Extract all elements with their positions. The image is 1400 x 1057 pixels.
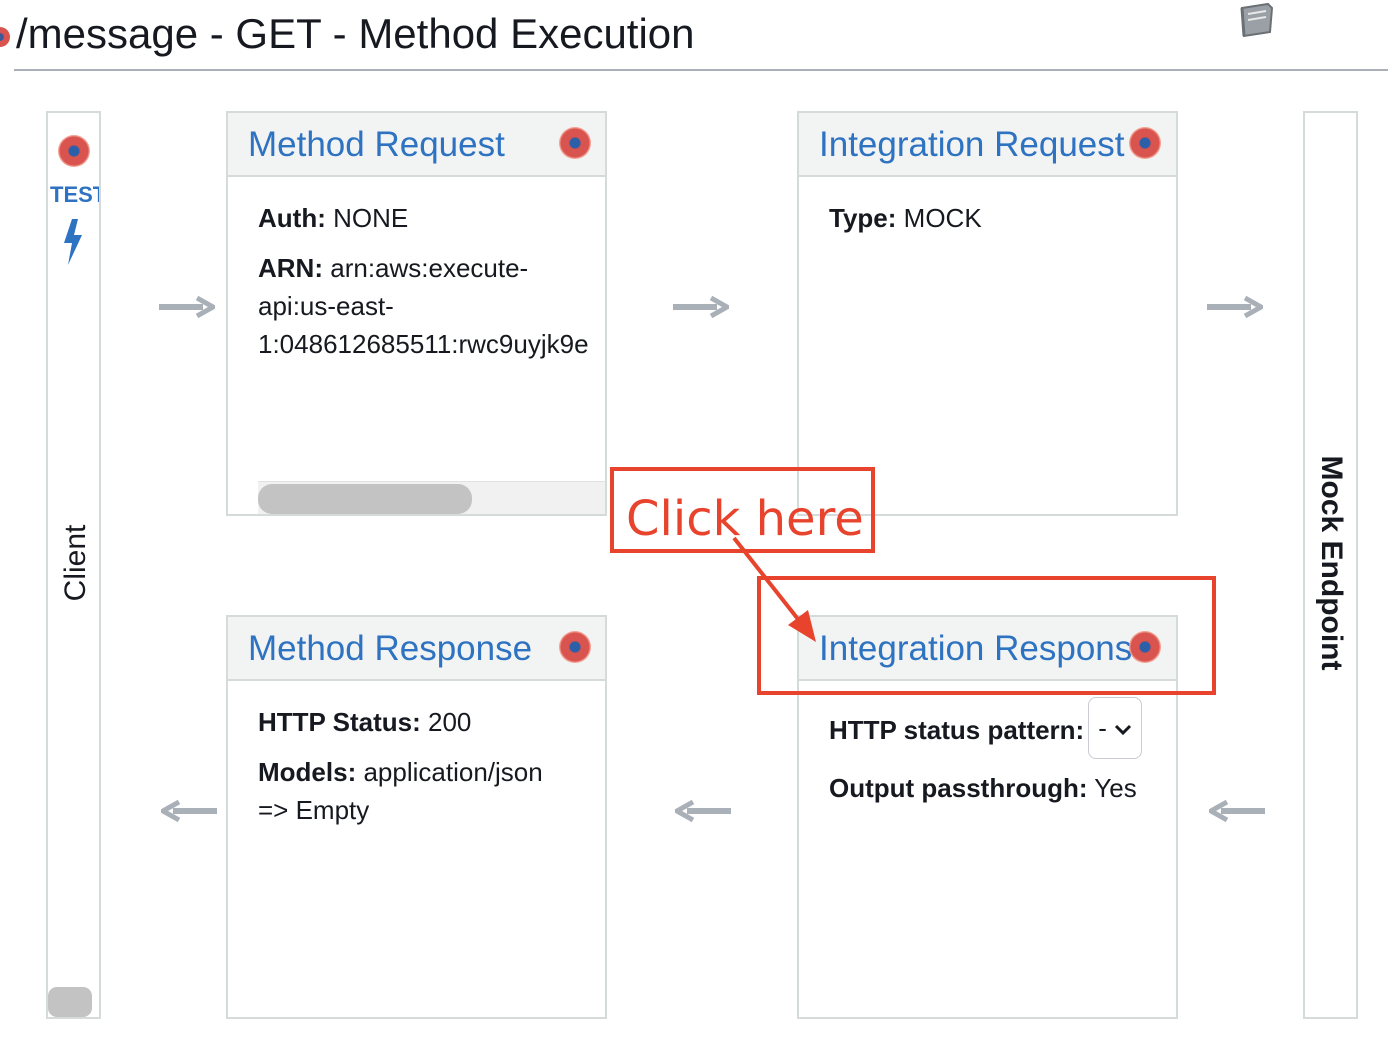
integration-request-target-icon — [1129, 127, 1161, 159]
scrollbar-thumb[interactable] — [258, 484, 472, 514]
click-here-callout: Click here — [610, 467, 875, 553]
http-status-label: HTTP Status: — [258, 707, 421, 737]
integration-request-body: Type: MOCK — [829, 199, 1176, 249]
method-request-target-icon — [559, 127, 591, 159]
lightning-bolt-icon[interactable] — [58, 217, 88, 267]
arrow-left-icon — [161, 800, 217, 822]
arrow-left-icon — [1209, 800, 1265, 822]
auth-value: NONE — [333, 203, 409, 233]
status-pattern-value: - — [1098, 713, 1107, 743]
integration-request-link[interactable]: Integration Request — [819, 125, 1124, 165]
page-header: /message - GET - Method Execution — [0, 0, 1400, 72]
arrow-left-icon — [675, 800, 731, 822]
output-passthrough-label: Output passthrough: — [829, 773, 1088, 803]
method-request-panel: Method Request Auth: NONE ARN: arn:aws:e… — [226, 111, 607, 516]
client-label: Client — [59, 524, 92, 602]
horizontal-scrollbar[interactable] — [258, 481, 605, 514]
method-response-target-icon — [559, 631, 591, 663]
client-panel: TEST Client — [46, 111, 101, 1019]
scrollbar-thumb[interactable] — [48, 987, 92, 1017]
http-status-value: 200 — [428, 707, 472, 737]
method-response-link[interactable]: Method Response — [248, 629, 532, 669]
type-value: MOCK — [903, 203, 982, 233]
page-title: /message - GET - Method Execution — [16, 10, 695, 57]
method-response-panel: Method Response HTTP Status: 200 Models:… — [226, 615, 607, 1019]
method-request-link[interactable]: Method Request — [248, 125, 505, 165]
callout-text: Click here — [626, 491, 864, 547]
integration-response-highlight — [757, 576, 1216, 695]
integration-response-body: HTTP status pattern: - Output passthrough… — [829, 697, 1176, 807]
method-response-body: HTTP Status: 200 Models: application/jso… — [258, 703, 605, 829]
output-passthrough-value: Yes — [1094, 773, 1137, 803]
auth-label: Auth: — [258, 203, 326, 233]
method-response-header: Method Response — [228, 617, 605, 681]
integration-request-panel: Integration Request Type: MOCK — [797, 111, 1178, 516]
arrow-right-icon — [159, 296, 215, 318]
models-value-line1: application/json — [363, 757, 543, 787]
client-target-icon — [58, 135, 90, 167]
mock-endpoint-panel: Mock Endpoint — [1303, 111, 1358, 1019]
arrow-right-icon — [673, 296, 729, 318]
status-pattern-select[interactable]: - — [1088, 697, 1143, 759]
mock-endpoint-label: Mock Endpoint — [1315, 455, 1348, 671]
arn-value-line3: 1:048612685511:rwc9uyjk9e — [258, 329, 589, 359]
header-divider — [14, 69, 1388, 71]
models-label: Models: — [258, 757, 357, 787]
chevron-down-icon — [1115, 725, 1132, 736]
test-link[interactable]: TEST — [50, 182, 99, 208]
method-status-icon — [0, 27, 10, 47]
arn-value-line2: api:us-east- — [258, 291, 394, 321]
arn-value-line1: arn:aws:execute- — [330, 253, 529, 283]
book-icon[interactable] — [1234, 2, 1278, 40]
models-value-line2: => Empty — [258, 795, 370, 825]
arn-label: ARN: — [258, 253, 323, 283]
type-label: Type: — [829, 203, 897, 233]
integration-request-header: Integration Request — [799, 113, 1176, 177]
method-request-body: Auth: NONE ARN: arn:aws:execute- api:us-… — [258, 199, 605, 363]
arrow-right-icon — [1207, 296, 1263, 318]
status-pattern-label: HTTP status pattern: — [829, 714, 1085, 745]
method-request-header: Method Request — [228, 113, 605, 177]
